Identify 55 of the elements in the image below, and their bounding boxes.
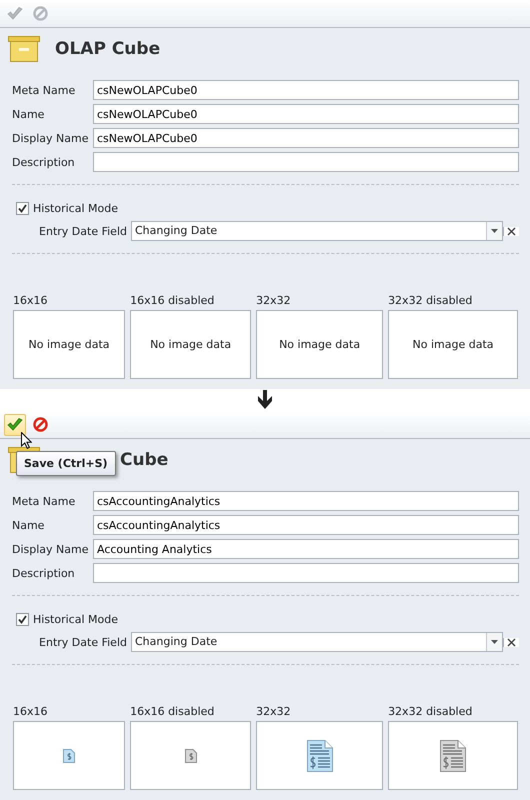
image-size-label: 16x16 (13, 705, 49, 719)
text-field[interactable] (93, 152, 519, 172)
text-field[interactable]: csNewOLAPCube0 (93, 104, 519, 124)
field-label: Display Name (12, 542, 90, 556)
cancel-icon (32, 417, 48, 432)
placeholder-text: No image data (279, 338, 360, 351)
clear-button[interactable] (503, 226, 519, 236)
field-label: Display Name (12, 132, 90, 144)
text-field[interactable] (93, 563, 519, 583)
checkmark-icon (7, 6, 23, 20)
image-size-label: 32x32 (256, 294, 292, 308)
page-title: Cube (120, 450, 168, 470)
field-label: Name (12, 518, 46, 532)
text-field[interactable]: csAccountingAnalytics (93, 491, 519, 511)
image-size-label: 32x32 disabled (388, 294, 474, 308)
field-label: Name (12, 108, 46, 120)
placeholder-text: No image data (412, 338, 494, 351)
field-label: Meta Name (12, 84, 76, 96)
page-title: OLAP Cube (55, 39, 160, 59)
cursor-icon (21, 432, 32, 449)
checkbox[interactable] (16, 612, 29, 626)
dropdown-button[interactable] (486, 222, 502, 240)
tooltip: Save (Ctrl+S) (16, 451, 116, 476)
box-icon (8, 36, 40, 62)
caret-icon (491, 229, 498, 233)
text-field[interactable]: Accounting Analytics (93, 539, 519, 559)
checkbox[interactable] (16, 202, 29, 214)
image-size-label: 32x32 (256, 705, 292, 719)
save-button[interactable] (4, 414, 26, 436)
close-icon (507, 638, 516, 646)
text-field[interactable]: csNewOLAPCube0 (93, 128, 519, 148)
field-label: Entry Date Field (38, 224, 128, 238)
image-size-label: 16x16 (13, 294, 49, 308)
cancel-icon (32, 6, 48, 21)
down-arrow-icon (257, 390, 273, 410)
text-field[interactable]: csNewOLAPCube0 (93, 80, 519, 100)
image-size-label: 32x32 disabled (388, 705, 474, 719)
field-label: Entry Date Field (38, 636, 128, 648)
image-size-label: 16x16 disabled (130, 294, 216, 308)
clear-button[interactable] (503, 638, 519, 646)
placeholder-text: No image data (150, 338, 232, 351)
checkbox-label: Historical Mode (33, 202, 118, 214)
image-size-label: 16x16 disabled (130, 705, 216, 719)
checkbox-label: Historical Mode (33, 612, 118, 626)
caret-icon (491, 640, 498, 644)
field-label: Description (12, 156, 76, 168)
checkmark-icon (7, 418, 23, 432)
dropdown-button[interactable] (486, 633, 502, 651)
dropdown-field[interactable]: Changing Date (131, 221, 503, 241)
field-label: Description (12, 566, 76, 580)
dropdown-field[interactable]: Changing Date (131, 632, 503, 652)
field-label: Meta Name (12, 494, 76, 508)
text-field[interactable]: csAccountingAnalytics (93, 515, 519, 535)
close-icon (507, 226, 516, 236)
placeholder-text: No image data (28, 338, 110, 351)
